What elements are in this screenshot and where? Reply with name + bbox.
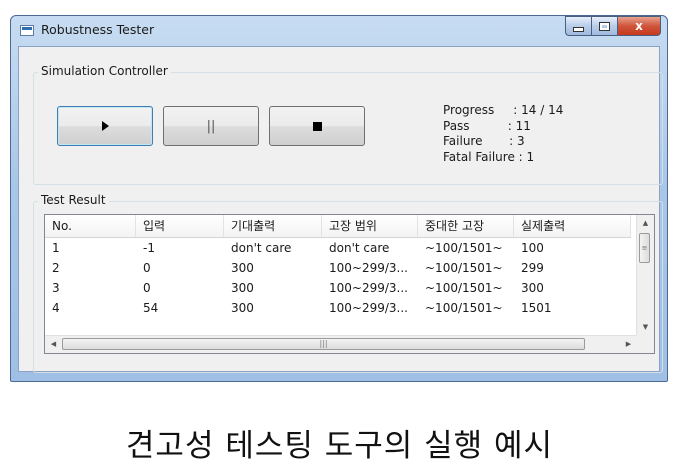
table-row[interactable]: 4 54 300 100~299/3... ~100/1501~ 1501 — [45, 298, 631, 318]
stat-progress: Progress : 14 / 14 — [443, 103, 564, 117]
scroll-up-icon[interactable]: ▲ — [637, 215, 654, 232]
simulation-controller-group: Simulation Controller || Progress : 14 /… — [33, 64, 663, 185]
list-body: 1 -1 don't care don't care ~100/1501~ 10… — [45, 238, 631, 318]
simulation-controller-label: Simulation Controller — [38, 64, 171, 78]
horizontal-scrollbar[interactable]: ◀ ||| ▶ — [45, 335, 637, 353]
vertical-scrollbar[interactable]: ▲ ≡ ▼ — [636, 215, 654, 336]
scrollbar-corner — [636, 335, 654, 353]
window-controls: x — [565, 16, 661, 38]
pause-icon: || — [206, 118, 216, 134]
maximize-icon — [599, 21, 610, 31]
maximize-button[interactable] — [591, 16, 617, 36]
title-bar[interactable]: Robustness Tester x — [11, 16, 667, 46]
close-button[interactable]: x — [617, 16, 661, 36]
column-header-fault-range[interactable]: 고장 범위 — [322, 215, 418, 237]
app-window: Robustness Tester x Simulation Controlle… — [10, 15, 668, 382]
close-icon: x — [635, 19, 643, 33]
minimize-button[interactable] — [565, 16, 591, 36]
window-title: Robustness Tester — [41, 22, 155, 37]
stop-icon — [312, 121, 322, 131]
stat-failure: Failure : 3 — [443, 134, 525, 148]
simulation-stats: Progress : 14 / 14 Pass : 11 Failure : 3… — [443, 103, 563, 165]
horizontal-scroll-thumb[interactable]: ||| — [62, 338, 585, 350]
stop-button[interactable] — [269, 106, 365, 146]
scroll-left-icon[interactable]: ◀ — [45, 336, 62, 353]
test-result-group: Test Result No. 입력 기대출력 고장 범위 중대한 고장 실제출… — [33, 193, 663, 373]
column-header-input[interactable]: 입력 — [136, 215, 224, 237]
play-icon — [101, 121, 109, 131]
column-header-critical-fault[interactable]: 중대한 고장 — [418, 215, 514, 237]
figure-caption: 견고성 테스팅 도구의 실행 예시 — [125, 428, 554, 464]
play-button[interactable] — [57, 106, 153, 146]
table-row[interactable]: 2 0 300 100~299/3... ~100/1501~ 299 — [45, 258, 631, 278]
window-app-icon — [20, 25, 34, 36]
stat-pass: Pass : 11 — [443, 118, 531, 133]
stat-fatal-failure: Fatal Failure : 1 — [443, 149, 535, 164]
test-result-label: Test Result — [38, 193, 109, 207]
column-header-expected[interactable]: 기대출력 — [224, 215, 322, 237]
pause-button[interactable]: || — [163, 106, 259, 146]
vertical-scroll-thumb[interactable]: ≡ — [639, 233, 650, 263]
scroll-down-icon[interactable]: ▼ — [637, 319, 654, 336]
list-header: No. 입력 기대출력 고장 범위 중대한 고장 실제출력 — [45, 215, 631, 238]
table-row[interactable]: 1 -1 don't care don't care ~100/1501~ 10… — [45, 238, 631, 258]
scroll-right-icon[interactable]: ▶ — [620, 336, 637, 353]
minimize-icon — [573, 26, 584, 32]
column-header-no[interactable]: No. — [45, 215, 136, 237]
window-client-area: Simulation Controller || Progress : 14 /… — [18, 46, 663, 373]
column-header-actual[interactable]: 실제출력 — [514, 215, 631, 237]
test-result-list[interactable]: No. 입력 기대출력 고장 범위 중대한 고장 실제출력 1 -1 don't… — [44, 214, 655, 354]
table-row[interactable]: 3 0 300 100~299/3... ~100/1501~ 300 — [45, 278, 631, 298]
